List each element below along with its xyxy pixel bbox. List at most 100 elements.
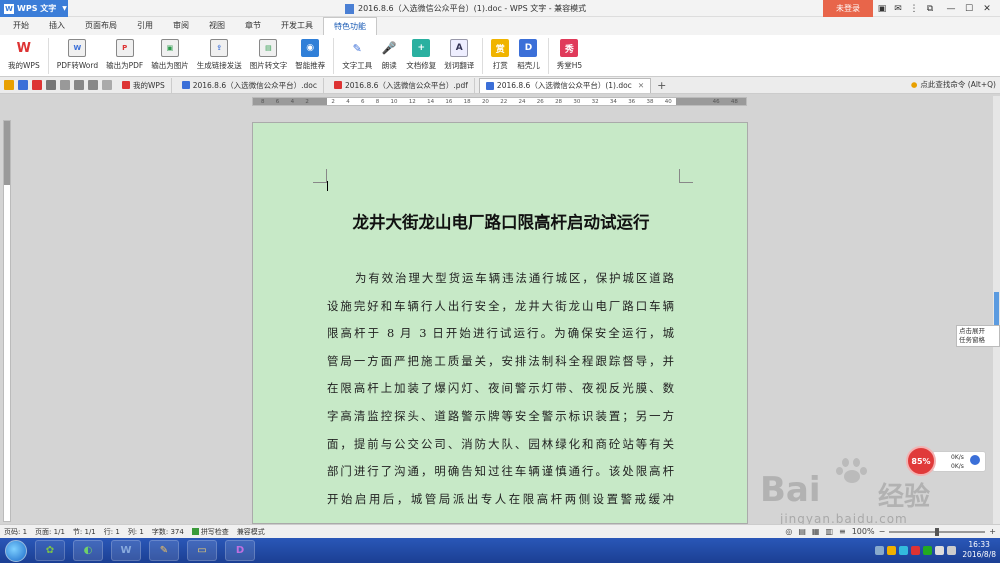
redo-icon[interactable] [88,80,98,90]
protect-eye-icon[interactable]: ◎ [785,527,792,536]
spell-check-label: 拼写检查 [200,527,229,536]
wps-icon [122,81,130,89]
tray-volume-icon[interactable] [947,545,957,555]
translate-button[interactable]: A 划词翻译 [440,35,478,71]
export-image-button[interactable]: ▣ 输出为图片 [147,35,193,71]
document-page[interactable]: 龙井大街龙山电厂路口限高杆启动试运行 为有效治理大型货运车辆违法通行城区，保护城… [252,122,748,524]
tab-page-layout[interactable]: 页面布局 [75,17,127,35]
tab-review[interactable]: 审阅 [163,17,199,35]
taskbar-app-colorful[interactable]: ✿ [35,540,65,561]
show-h5-button[interactable]: 秀 秀堂H5 [553,35,586,71]
tray-app-icon[interactable] [887,545,897,555]
doc-tab-label: 2016.8.6（入选微信公众平台）.doc [192,80,317,90]
tray-app-icon[interactable] [923,545,933,555]
status-word-count[interactable]: 字数: 374 [152,527,184,537]
my-wps-button[interactable]: W 我的WPS [4,35,44,71]
tab-view[interactable]: 视图 [199,17,235,35]
login-button[interactable]: 未登录 [823,0,873,17]
zoom-value[interactable]: 100% [852,527,875,536]
doc-tab-label: 我的WPS [133,80,165,90]
spell-check-toggle[interactable]: 拼写检查 [191,527,229,537]
app-menu-button[interactable]: W WPS 文字 ▼ [0,0,68,17]
tab-developer[interactable]: 开发工具 [271,17,323,35]
new-tab-icon[interactable]: + [657,79,666,92]
taskbar-app-explorer[interactable]: ▭ [187,540,217,561]
tab-special-features[interactable]: 特色功能 [323,17,377,35]
start-button[interactable] [5,539,27,562]
reward-label: 打赏 [492,61,508,70]
pdf-to-word-button[interactable]: W PDF转Word [53,35,102,71]
horizontal-ruler[interactable]: 8 6 4 2 2 4 6 8 10 12 14 16 18 20 22 24 … [252,97,747,106]
view-mode-icon[interactable]: ▤ [798,527,806,536]
tray-app-icon[interactable] [899,545,909,555]
reward-button[interactable]: 赏 打赏 [487,35,513,71]
share-link-button[interactable]: ⇪ 生成链接发送 [193,35,246,71]
title-bar: W WPS 文字 ▼ 2016.8.6（入选微信公众平台）(1).doc - W… [0,0,1000,17]
taskbar-app-wps-writer[interactable]: W [111,540,141,561]
read-aloud-button[interactable]: 🎤 朗读 [376,35,402,71]
tab-references[interactable]: 引用 [127,17,163,35]
close-tab-icon[interactable]: ✕ [638,81,644,90]
paragraph-line: 部门进行了沟通，明确告知过往车辆谨慎通行。该处限高杆 [327,464,674,479]
tab-insert[interactable]: 插入 [39,17,75,35]
status-section: 节: 1/1 [72,527,96,536]
paragraph-line: 限高杆于 8 月 3 日开始进行试运行。为确保安全运行，城 [327,326,674,341]
text-tools-button[interactable]: ✎ 文字工具 [338,35,376,71]
open-folder-icon[interactable] [4,80,14,90]
doc-tab-active-doc[interactable]: 2016.8.6（入选微信公众平台）(1).doc ✕ [478,77,652,93]
ruler-tick-label: 18 [463,98,471,105]
document-body[interactable]: 为有效治理大型货运车辆违法通行城区，保护城区道路 设施完好和车辆行人出行安全，龙… [327,265,674,513]
smart-recommend-button[interactable]: ◉ 智能推荐 [291,35,329,71]
tab-chapters[interactable]: 章节 [235,17,271,35]
export-pdf-button[interactable]: P 输出为PDF [102,35,147,71]
paragraph-line: 面，提前与公交公司、消防大队、园林绿化和商砼站等有关 [327,436,674,451]
ruler-tick-label: 28 [555,98,563,105]
ruler-tick-label: 22 [500,98,508,105]
undo-icon[interactable] [74,80,84,90]
taskbar-app-purple[interactable]: D [225,540,255,561]
more-icon[interactable] [102,80,112,90]
system-clock[interactable]: 16:33 2016/8/8 [962,540,996,560]
zoom-out-icon[interactable]: − [879,527,886,536]
system-tray: 16:33 2016/8/8 [872,540,996,560]
image-to-text-button[interactable]: ▤ 图片转文字 [246,35,292,71]
zoom-in-icon[interactable]: + [989,527,996,536]
minimize-icon[interactable]: — [944,2,958,15]
zoom-slider[interactable] [889,527,986,536]
image-to-text-icon: ▤ [259,39,278,57]
save-icon[interactable] [18,80,28,90]
maximize-icon[interactable]: ☐ [962,2,976,15]
doc-tab-doc[interactable]: 2016.8.6（入选微信公众平台）.doc [176,77,324,93]
outline-view-icon[interactable]: ≡ [839,527,846,536]
tray-arrow-icon[interactable] [875,545,885,555]
close-icon[interactable]: ✕ [980,2,994,15]
skin-icon[interactable]: ▣ [875,2,889,15]
read-mode-icon[interactable]: ▥ [825,527,833,536]
web-view-icon[interactable]: ▦ [812,527,820,536]
doc-tab-my-wps[interactable]: 我的WPS [116,77,172,93]
taskbar-app-360-browser[interactable]: ◐ [73,540,103,561]
doc-tab-label: 2016.8.6（入选微信公众平台）(1).doc [496,81,632,90]
task-pane-toggle[interactable]: 点击展开 任务窗格 [956,325,1000,347]
feedback-icon[interactable]: ✉ [891,2,905,15]
export-pdf-quick-icon[interactable] [32,80,42,90]
menu-icon[interactable]: ⋮ [907,2,921,15]
print-icon[interactable] [46,80,56,90]
margin-corner-mark [313,169,327,183]
print-preview-icon[interactable] [60,80,70,90]
window-title-text: 2016.8.6（入选微信公众平台）(1).doc - WPS 文字 - 兼容模… [358,4,587,13]
restore-layout-icon[interactable]: ⧉ [923,2,937,15]
ruler-tick-label: 6 [275,98,280,105]
tab-home[interactable]: 开始 [3,17,39,35]
tray-network-icon[interactable] [935,545,945,555]
doc-tab-pdf[interactable]: 2016.8.6（入选微信公众平台）.pdf [328,77,475,93]
vertical-ruler[interactable] [3,120,11,522]
find-command-box[interactable]: ● 点此查找命令 (Alt+Q) [911,79,996,90]
zoom-slider-knob[interactable] [935,527,940,536]
doc-repair-button[interactable]: + 文档修复 [402,35,440,71]
tray-app-icon[interactable] [911,545,921,555]
shell-button[interactable]: D 稻壳儿 [513,35,544,71]
taskbar-app-paint[interactable]: ✎ [149,540,179,561]
vertical-scrollbar[interactable] [993,96,1000,524]
ruler-tick-label: 36 [628,98,636,105]
